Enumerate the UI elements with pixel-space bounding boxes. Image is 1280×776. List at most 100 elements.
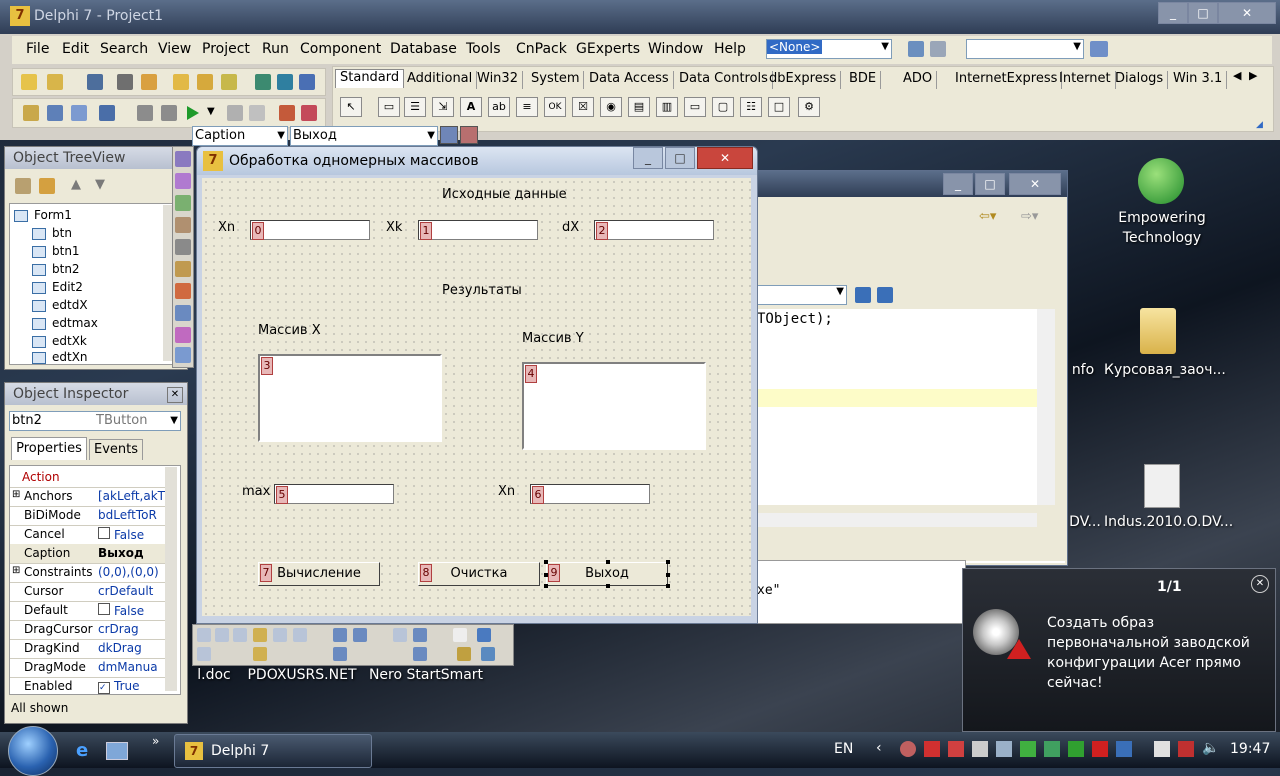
search-combo[interactable]: ▼ [966,39,1084,59]
tree-item-edtxn[interactable]: edtXn [32,350,88,364]
tool-icon[interactable] [175,305,191,321]
align-icon[interactable] [413,647,427,661]
menu-tools[interactable]: Tools [466,41,501,57]
stop-icon[interactable] [249,105,265,121]
menu-search[interactable]: Search [100,41,148,57]
tray-icon[interactable] [1116,741,1132,757]
set-debug-desktop-icon[interactable] [930,41,946,57]
prop-value[interactable]: Выход [98,546,174,560]
delete-icon[interactable] [39,178,55,194]
run-dropdown-icon[interactable]: ▼ [207,106,215,117]
tab-dbexpress[interactable]: dbExpress [765,71,842,89]
tray-icon[interactable] [900,741,916,757]
actionlist-icon[interactable]: ⚙ [798,97,820,117]
edit-max[interactable]: 5 [274,484,394,504]
close-button[interactable]: ✕ [697,147,753,169]
menu-database[interactable]: Database [390,41,457,57]
align-icon[interactable] [293,628,307,642]
grid-icon[interactable] [477,628,491,642]
prop-row-dragkind[interactable]: DragKind dkDrag [10,639,176,659]
back-arrow-icon[interactable]: ⇦▾ [979,209,996,224]
radiobutton-icon[interactable]: ◉ [600,97,622,117]
desktop-combo[interactable]: <None> ▼ [766,39,892,59]
palette-scroll-left-icon[interactable]: ◀ [1233,69,1241,82]
tab-properties[interactable]: Properties [11,437,87,460]
align-icon[interactable] [453,628,467,642]
selection-handle[interactable] [606,584,610,588]
close-icon[interactable]: ✕ [1251,575,1269,593]
align-icon[interactable] [197,628,211,642]
object-selector-icon[interactable] [440,126,458,144]
align-icon[interactable] [333,647,347,661]
close-icon[interactable]: ✕ [167,387,183,403]
empowering-icon[interactable] [1138,158,1184,204]
tool-icon[interactable] [175,261,191,277]
tab-ado[interactable]: ADO [899,71,938,89]
help-contents-icon[interactable] [221,74,237,90]
palette-scroll-right-icon[interactable]: ▶ [1249,69,1257,82]
prop-row-default[interactable]: Default False [10,601,176,621]
chevron-down-icon[interactable]: ▼ [170,412,178,430]
tray-icon[interactable] [1092,741,1108,757]
prop-row-dragmode[interactable]: DragMode dmManua [10,658,176,678]
book-icon[interactable] [255,74,271,90]
edit-xn-result[interactable]: 6 [530,484,650,504]
network-icon[interactable] [1178,741,1194,757]
tab-events[interactable]: Events [89,439,143,460]
selection-handle[interactable] [666,560,670,564]
label-icon[interactable]: A [460,97,482,117]
minimize-button[interactable]: _ [1158,2,1188,24]
tool-icon[interactable] [175,195,191,211]
maximize-button[interactable]: □ [1188,2,1218,24]
memo-array-x[interactable]: 3 [258,354,442,442]
edit-dx[interactable]: 2 [594,220,714,240]
tool-icon[interactable] [175,239,191,255]
pause-icon[interactable] [227,105,243,121]
panel-icon[interactable]: □ [768,97,790,117]
save-all-icon[interactable] [117,74,133,90]
open-project-icon[interactable] [141,74,157,90]
menu-file[interactable]: File [26,41,49,57]
chevron-down-icon[interactable]: ▼ [1073,41,1081,52]
edit-xk[interactable]: 1 [418,220,538,240]
menu-component[interactable]: Component [300,41,381,57]
minimize-button[interactable]: _ [633,147,663,169]
inspect-icon[interactable] [460,126,478,144]
step-over-icon[interactable] [301,105,317,121]
property-combo[interactable]: Caption ▼ [192,126,288,146]
tree-item-btn2[interactable]: btn2 [32,262,80,276]
mainmenu-icon[interactable]: ☰ [404,97,426,117]
tab-internet[interactable]: Internet [1055,71,1116,89]
close-button[interactable]: ✕ [1218,2,1276,24]
inspector-object-combo[interactable]: btn2 TButton ▼ [9,411,181,431]
arrow-up-icon[interactable]: ▲ [71,177,81,192]
remove-file-icon[interactable] [197,74,213,90]
menu-gexperts[interactable]: GExperts [576,41,640,57]
prop-row-cancel[interactable]: Cancel False [10,525,176,545]
show-desktop-icon[interactable] [106,742,128,760]
menu-view[interactable]: View [158,41,191,57]
taskbar-button-delphi[interactable]: 7 Delphi 7 [174,734,372,768]
menu-help[interactable]: Help [714,41,746,57]
notification-balloon[interactable]: 1/1 ✕ Создать образ первоначальной завод… [962,568,1276,732]
menu-run[interactable]: Run [262,41,289,57]
radiogroup-icon[interactable]: ☷ [740,97,762,117]
trace-into-icon[interactable] [279,105,295,121]
checkbox-icon[interactable]: ☒ [572,97,594,117]
trace-icon[interactable] [137,105,153,121]
chevron-down-icon[interactable]: ▼ [277,127,285,145]
prop-row-anchors[interactable]: ⊞ Anchors [akLeft,akT [10,487,176,507]
edit-icon[interactable]: ab [488,97,510,117]
tree-item-edit2[interactable]: Edit2 [32,280,83,294]
pointer-icon[interactable]: ↖ [340,97,362,117]
tree-item-btn1[interactable]: btn1 [32,244,80,258]
prop-row-cursor[interactable]: Cursor crDefault [10,582,176,602]
prop-row-bidimode[interactable]: BiDiMode bdLeftToR [10,506,176,526]
tab-dialogs[interactable]: Dialogs [1111,71,1169,89]
tab-internetexpress[interactable]: InternetExpress [951,71,1063,89]
property-scrollbar[interactable] [165,467,177,691]
tray-expand-icon[interactable]: ‹ [876,740,882,756]
clock[interactable]: 19:47 [1230,741,1270,757]
tray-icon[interactable] [996,741,1012,757]
align-icon[interactable] [253,628,267,642]
